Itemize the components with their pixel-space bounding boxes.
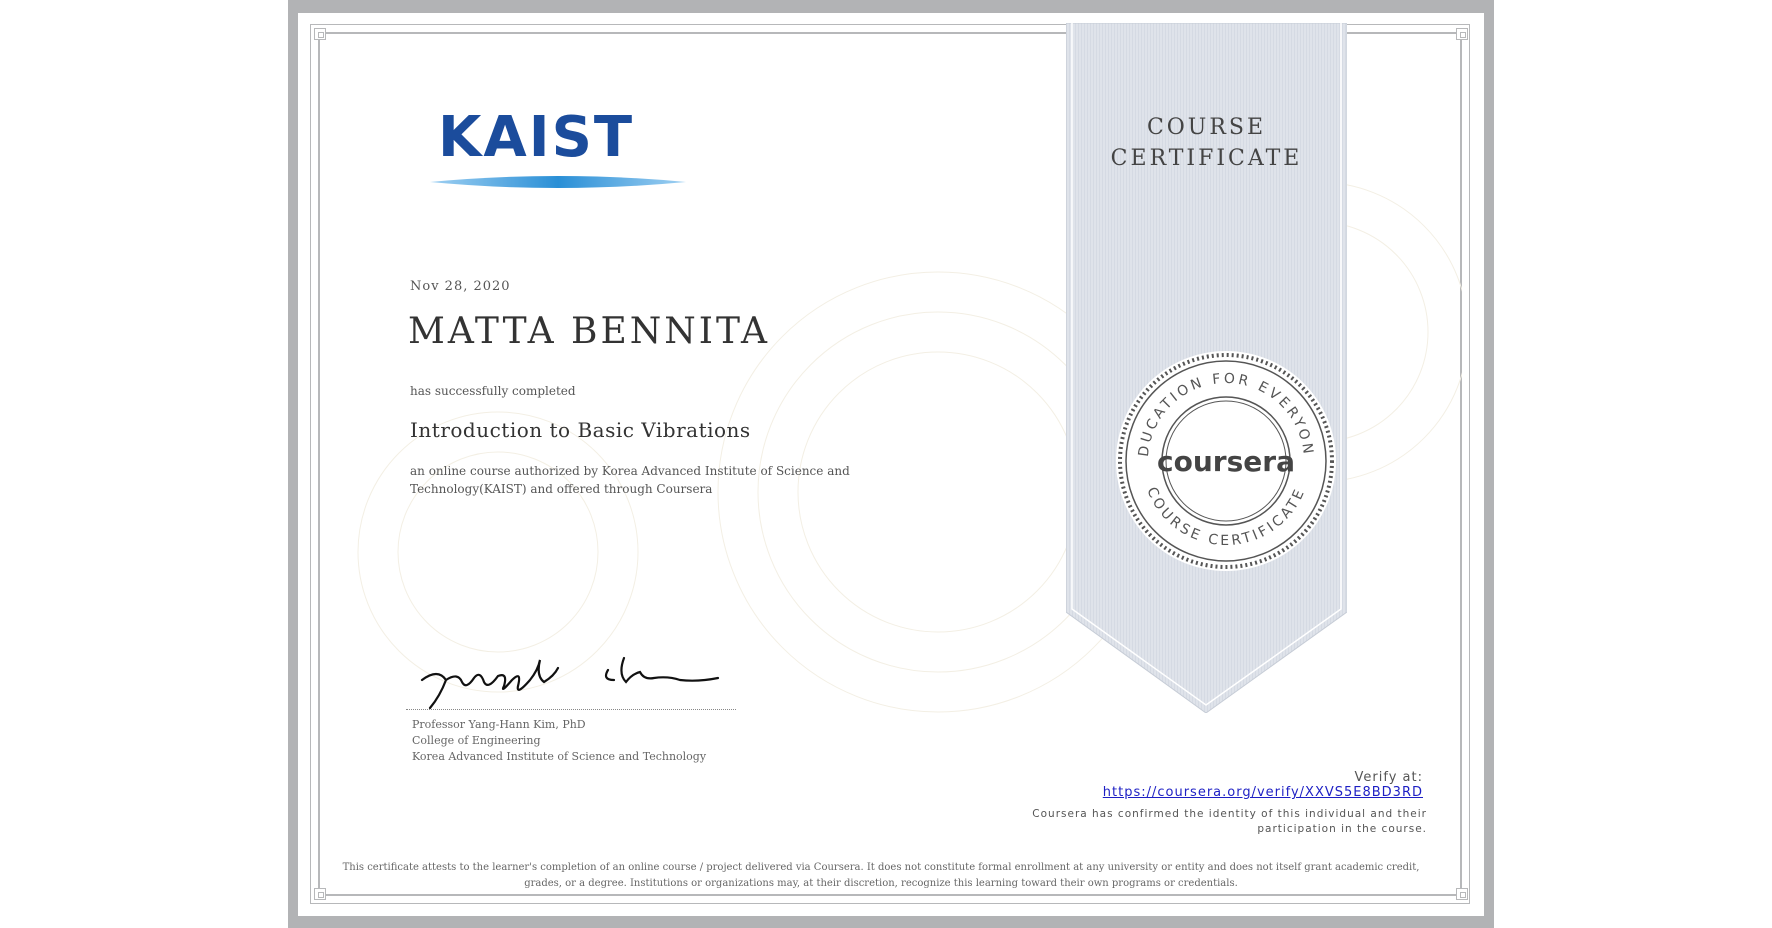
kaist-logo-swoosh <box>430 176 686 188</box>
ribbon-title-line2: CERTIFICATE <box>1110 146 1303 171</box>
signature-line <box>406 709 736 710</box>
verify-note: Coursera has confirmed the identity of t… <box>1032 808 1427 835</box>
handwritten-signature <box>420 656 720 710</box>
coursera-seal: EDUCATION FOR EVERYONE COURSE CERTIFICAT… <box>1114 349 1336 571</box>
verify-link[interactable]: https://coursera.org/verify/XXVS5E8BD3RD <box>1103 785 1423 800</box>
kaist-logo-wordmark: KAIST <box>438 105 635 170</box>
ribbon-title: COURSE CERTIFICATE <box>1066 112 1347 174</box>
issue-date: Nov 28, 2020 <box>410 279 511 294</box>
signer-name: Professor Yang-Hann Kim, PhD <box>412 718 586 731</box>
signer-block: Professor Yang-Hann Kim, PhD College of … <box>412 717 706 765</box>
kaist-logo: KAIST <box>430 105 686 188</box>
seal-center-text: coursera <box>1157 445 1295 478</box>
course-description: an online course authorized by Korea Adv… <box>410 464 850 496</box>
course-title: Introduction to Basic Vibrations <box>410 418 751 442</box>
verify-label: Verify at: <box>1354 770 1423 785</box>
ribbon-title-line1: COURSE <box>1146 115 1267 140</box>
signer-department: College of Engineering <box>412 734 541 747</box>
signer-institution: Korea Advanced Institute of Science and … <box>412 750 707 763</box>
recipient-name: MATTA BENNITA <box>408 311 771 352</box>
footer-disclaimer: This certificate attests to the learner'… <box>342 862 1420 889</box>
completion-statement: has successfully completed <box>410 384 576 398</box>
